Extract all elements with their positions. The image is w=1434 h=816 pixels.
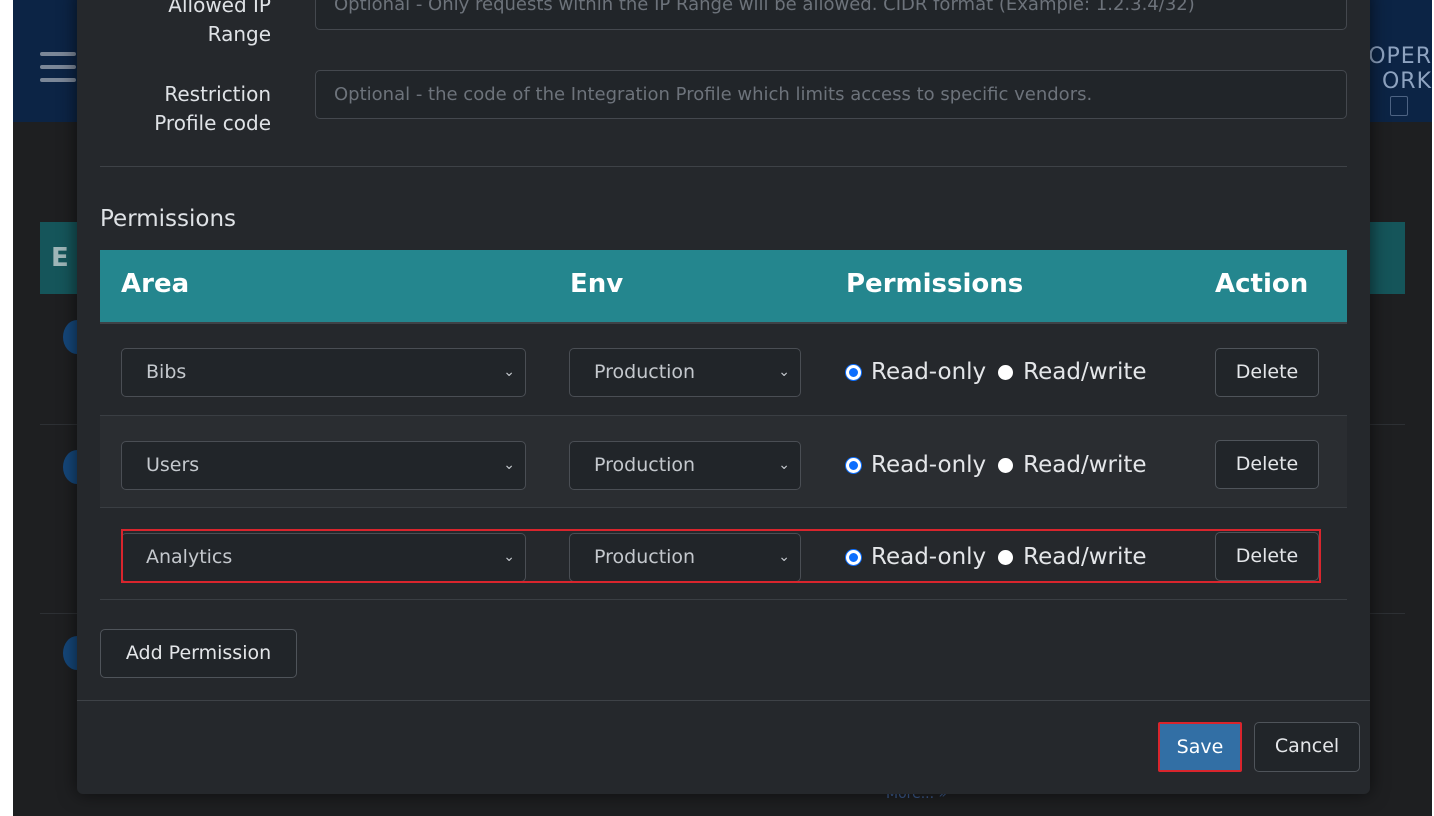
delete-button[interactable]: Delete bbox=[1215, 348, 1319, 397]
api-key-modal: Allowed IP Range Optional - Only request… bbox=[77, 0, 1370, 794]
radio-read-write-label: Read/write bbox=[1023, 359, 1147, 385]
area-select[interactable]: Users ⌄ bbox=[121, 441, 526, 490]
table-row: Bibs ⌄ Production ⌄ Read-only Read/write D… bbox=[100, 323, 1347, 415]
radio-read-write-label: Read/write bbox=[1023, 452, 1147, 478]
column-header-area: Area bbox=[121, 269, 190, 299]
app-frame: OPER ORK E More... » Allowed IP Range Op… bbox=[13, 0, 1432, 816]
chevron-down-icon: ⌄ bbox=[503, 364, 515, 380]
ip-range-label: Allowed IP Range bbox=[168, 0, 271, 46]
restriction-profile-input[interactable]: Optional - the code of the Integration P… bbox=[315, 70, 1347, 119]
permissions-table-header: Area Env Permissions Action bbox=[100, 250, 1347, 324]
restriction-profile-label: Restriction Profile code bbox=[154, 82, 271, 135]
chevron-down-icon: ⌄ bbox=[778, 364, 790, 380]
radio-read-only[interactable] bbox=[846, 457, 861, 473]
row-divider bbox=[100, 599, 1347, 600]
footer-divider bbox=[77, 700, 1370, 701]
background-brand: OPER ORK bbox=[1368, 44, 1432, 94]
ip-range-input[interactable]: Optional - Only requests within the IP R… bbox=[315, 0, 1347, 30]
save-button[interactable]: Save bbox=[1158, 722, 1242, 772]
permission-radio-group: Read-only Read/write bbox=[846, 452, 1147, 478]
column-header-env: Env bbox=[570, 269, 624, 299]
radio-read-write[interactable] bbox=[998, 364, 1014, 380]
radio-read-only[interactable] bbox=[846, 364, 861, 380]
column-header-action: Action bbox=[1215, 269, 1309, 299]
hamburger-menu-icon bbox=[40, 52, 76, 82]
permissions-heading: Permissions bbox=[100, 206, 237, 232]
radio-read-write[interactable] bbox=[998, 457, 1014, 473]
background-section-title: E bbox=[51, 243, 69, 273]
radio-read-only-label: Read-only bbox=[871, 452, 987, 478]
add-permission-button[interactable]: Add Permission bbox=[100, 629, 297, 678]
env-select[interactable]: Production ⌄ bbox=[569, 441, 801, 490]
delete-button[interactable]: Delete bbox=[1215, 440, 1319, 489]
env-select[interactable]: Production ⌄ bbox=[569, 348, 801, 397]
area-select[interactable]: Bibs ⌄ bbox=[121, 348, 526, 397]
form-divider bbox=[100, 166, 1347, 167]
column-header-permissions: Permissions bbox=[846, 269, 1024, 299]
chevron-down-icon: ⌄ bbox=[503, 457, 515, 473]
background-brand-box-icon bbox=[1390, 96, 1408, 116]
chevron-down-icon: ⌄ bbox=[778, 457, 790, 473]
highlight-box bbox=[121, 529, 1321, 583]
permission-radio-group: Read-only Read/write bbox=[846, 359, 1147, 385]
table-row: Users ⌄ Production ⌄ Read-only Read/write … bbox=[100, 416, 1347, 508]
cancel-button[interactable]: Cancel bbox=[1254, 722, 1360, 772]
radio-read-only-label: Read-only bbox=[871, 359, 987, 385]
